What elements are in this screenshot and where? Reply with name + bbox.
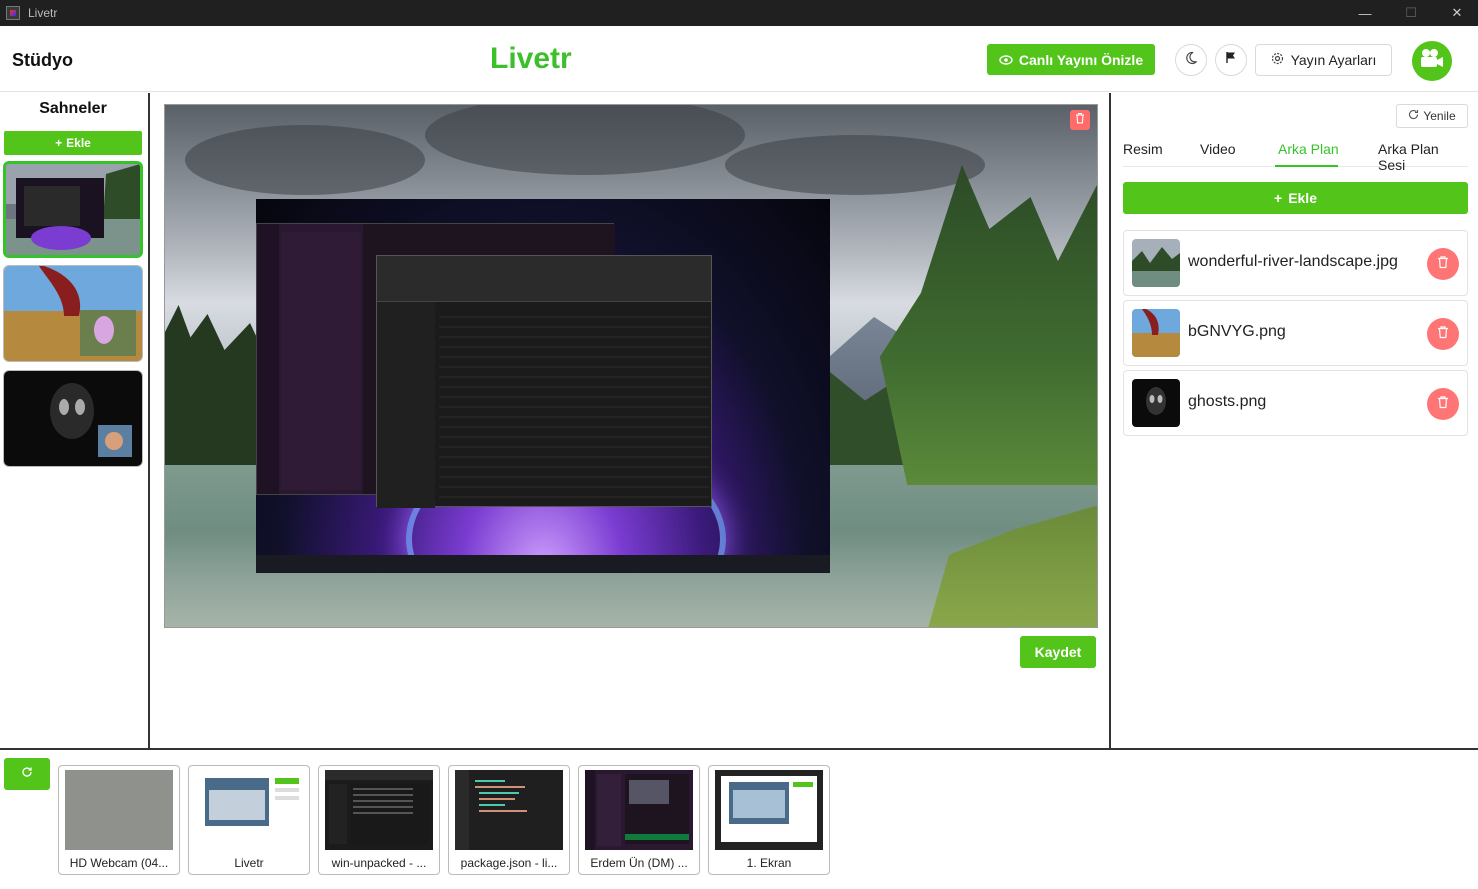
scenes-title: Sahneler — [39, 100, 107, 117]
scene-2-thumbnail — [4, 266, 142, 361]
live-preview-label: Canlı Yayını Önizle — [1018, 51, 1144, 68]
trash-icon — [1437, 255, 1449, 274]
media-item[interactable]: wonderful-river-landscape.jpg — [1123, 230, 1468, 296]
media-file-name: ghosts.png — [1188, 393, 1267, 410]
media-thumbnail — [1132, 239, 1180, 287]
plus-icon: + — [55, 136, 63, 150]
add-media-label: Ekle — [1288, 190, 1317, 206]
app-header: Stüdyo Livetr Canlı Yayını Önizle Yayın … — [0, 26, 1478, 92]
window-title: Livetr — [28, 6, 58, 20]
tab-image[interactable]: Resim — [1123, 141, 1163, 157]
scenes-panel: Sahneler + Ekle — [0, 93, 150, 748]
add-media-button[interactable]: + Ekle — [1123, 182, 1468, 214]
scene-1-thumbnail — [6, 164, 140, 255]
refresh-sources-button[interactable] — [4, 758, 50, 790]
tab-background[interactable]: Arka Plan — [1278, 141, 1339, 157]
scene-card-2[interactable] — [3, 265, 143, 362]
os-taskbar — [256, 555, 830, 573]
source-card[interactable]: win-unpacked - ... — [318, 765, 440, 875]
trash-icon — [1075, 111, 1085, 129]
screen-capture-layer[interactable] — [256, 199, 830, 573]
source-card[interactable]: Erdem Ün (DM) ... — [578, 765, 700, 875]
cloud-shape — [425, 105, 745, 175]
source-label: Erdem Ün (DM) ... — [590, 856, 688, 870]
source-label: Livetr — [234, 856, 264, 870]
tab-video[interactable]: Video — [1200, 141, 1236, 157]
plus-icon: + — [1274, 190, 1283, 206]
media-thumbnail — [1132, 379, 1180, 427]
tab-background-audio[interactable]: Arka Plan Sesi — [1378, 141, 1468, 173]
gear-icon — [1271, 52, 1284, 68]
eye-icon — [999, 52, 1013, 68]
source-card[interactable]: 1. Ekran — [708, 765, 830, 875]
close-button[interactable]: ✕ — [1434, 0, 1478, 26]
theme-toggle-button[interactable] — [1175, 44, 1207, 76]
video-camera-icon — [1419, 48, 1445, 75]
scene-card-1[interactable] — [3, 161, 143, 258]
flag-icon — [1225, 51, 1237, 69]
source-label: 1. Ekran — [746, 856, 792, 870]
source-label: win-unpacked - ... — [331, 856, 427, 870]
source-card[interactable]: package.json - li... — [448, 765, 570, 875]
scene-3-thumbnail — [4, 371, 142, 466]
language-flag-button[interactable] — [1215, 44, 1247, 76]
source-thumbnail — [195, 770, 303, 850]
file-explorer-toolbar — [377, 256, 711, 302]
source-label: package.json - li... — [460, 856, 558, 870]
media-item[interactable]: bGNVYG.png — [1123, 300, 1468, 366]
source-thumbnail — [65, 770, 173, 850]
live-preview-button[interactable]: Canlı Yayını Önizle — [987, 44, 1155, 75]
file-explorer-rows — [439, 308, 709, 504]
source-card[interactable]: Livetr — [188, 765, 310, 875]
refresh-icon — [21, 765, 33, 783]
add-scene-button[interactable]: + Ekle — [4, 131, 142, 155]
media-file-name: wonderful-river-landscape.jpg — [1188, 253, 1398, 270]
brand-logo: Livetr — [490, 42, 572, 75]
cloud-shape — [185, 125, 425, 195]
save-button[interactable]: Kaydet — [1020, 636, 1096, 668]
refresh-button[interactable]: Yenile — [1396, 104, 1468, 128]
start-stream-button[interactable] — [1412, 41, 1452, 81]
source-thumbnail — [715, 770, 823, 850]
source-thumbnail — [585, 770, 693, 850]
chat-app-rail — [257, 224, 279, 494]
file-explorer-sidebar — [377, 302, 435, 508]
minimize-button[interactable]: — — [1342, 0, 1388, 26]
maximize-button[interactable]: ☐ — [1388, 0, 1434, 26]
refresh-icon — [1408, 109, 1419, 123]
active-tab-indicator — [1275, 165, 1338, 167]
source-thumbnail — [325, 770, 433, 850]
chat-app-channels — [281, 232, 361, 490]
delete-media-button[interactable] — [1427, 248, 1459, 280]
delete-media-button[interactable] — [1427, 318, 1459, 350]
delete-media-button[interactable] — [1427, 388, 1459, 420]
add-scene-label: Ekle — [66, 136, 91, 150]
app-logo-icon — [6, 6, 20, 20]
delete-layer-button[interactable] — [1070, 110, 1090, 130]
source-card[interactable]: HD Webcam (04... — [58, 765, 180, 875]
source-label: HD Webcam (04... — [69, 856, 169, 870]
cloud-shape — [725, 135, 985, 195]
page-title: Stüdyo — [12, 50, 73, 70]
moon-icon — [1184, 51, 1198, 70]
source-thumbnail — [455, 770, 563, 850]
trash-icon — [1437, 395, 1449, 414]
trash-icon — [1437, 325, 1449, 344]
stream-settings-button[interactable]: Yayın Ayarları — [1255, 44, 1392, 76]
stream-settings-label: Yayın Ayarları — [1290, 52, 1377, 68]
media-thumbnail — [1132, 309, 1180, 357]
refresh-label: Yenile — [1423, 109, 1456, 123]
title-bar: Livetr — ☐ ✕ — [0, 0, 1478, 26]
file-explorer-window — [376, 255, 712, 508]
scene-card-3[interactable] — [3, 370, 143, 467]
media-tabs: Resim Video Arka Plan Arka Plan Sesi — [1123, 137, 1468, 173]
media-item[interactable]: ghosts.png — [1123, 370, 1468, 436]
media-file-name: bGNVYG.png — [1188, 323, 1286, 340]
